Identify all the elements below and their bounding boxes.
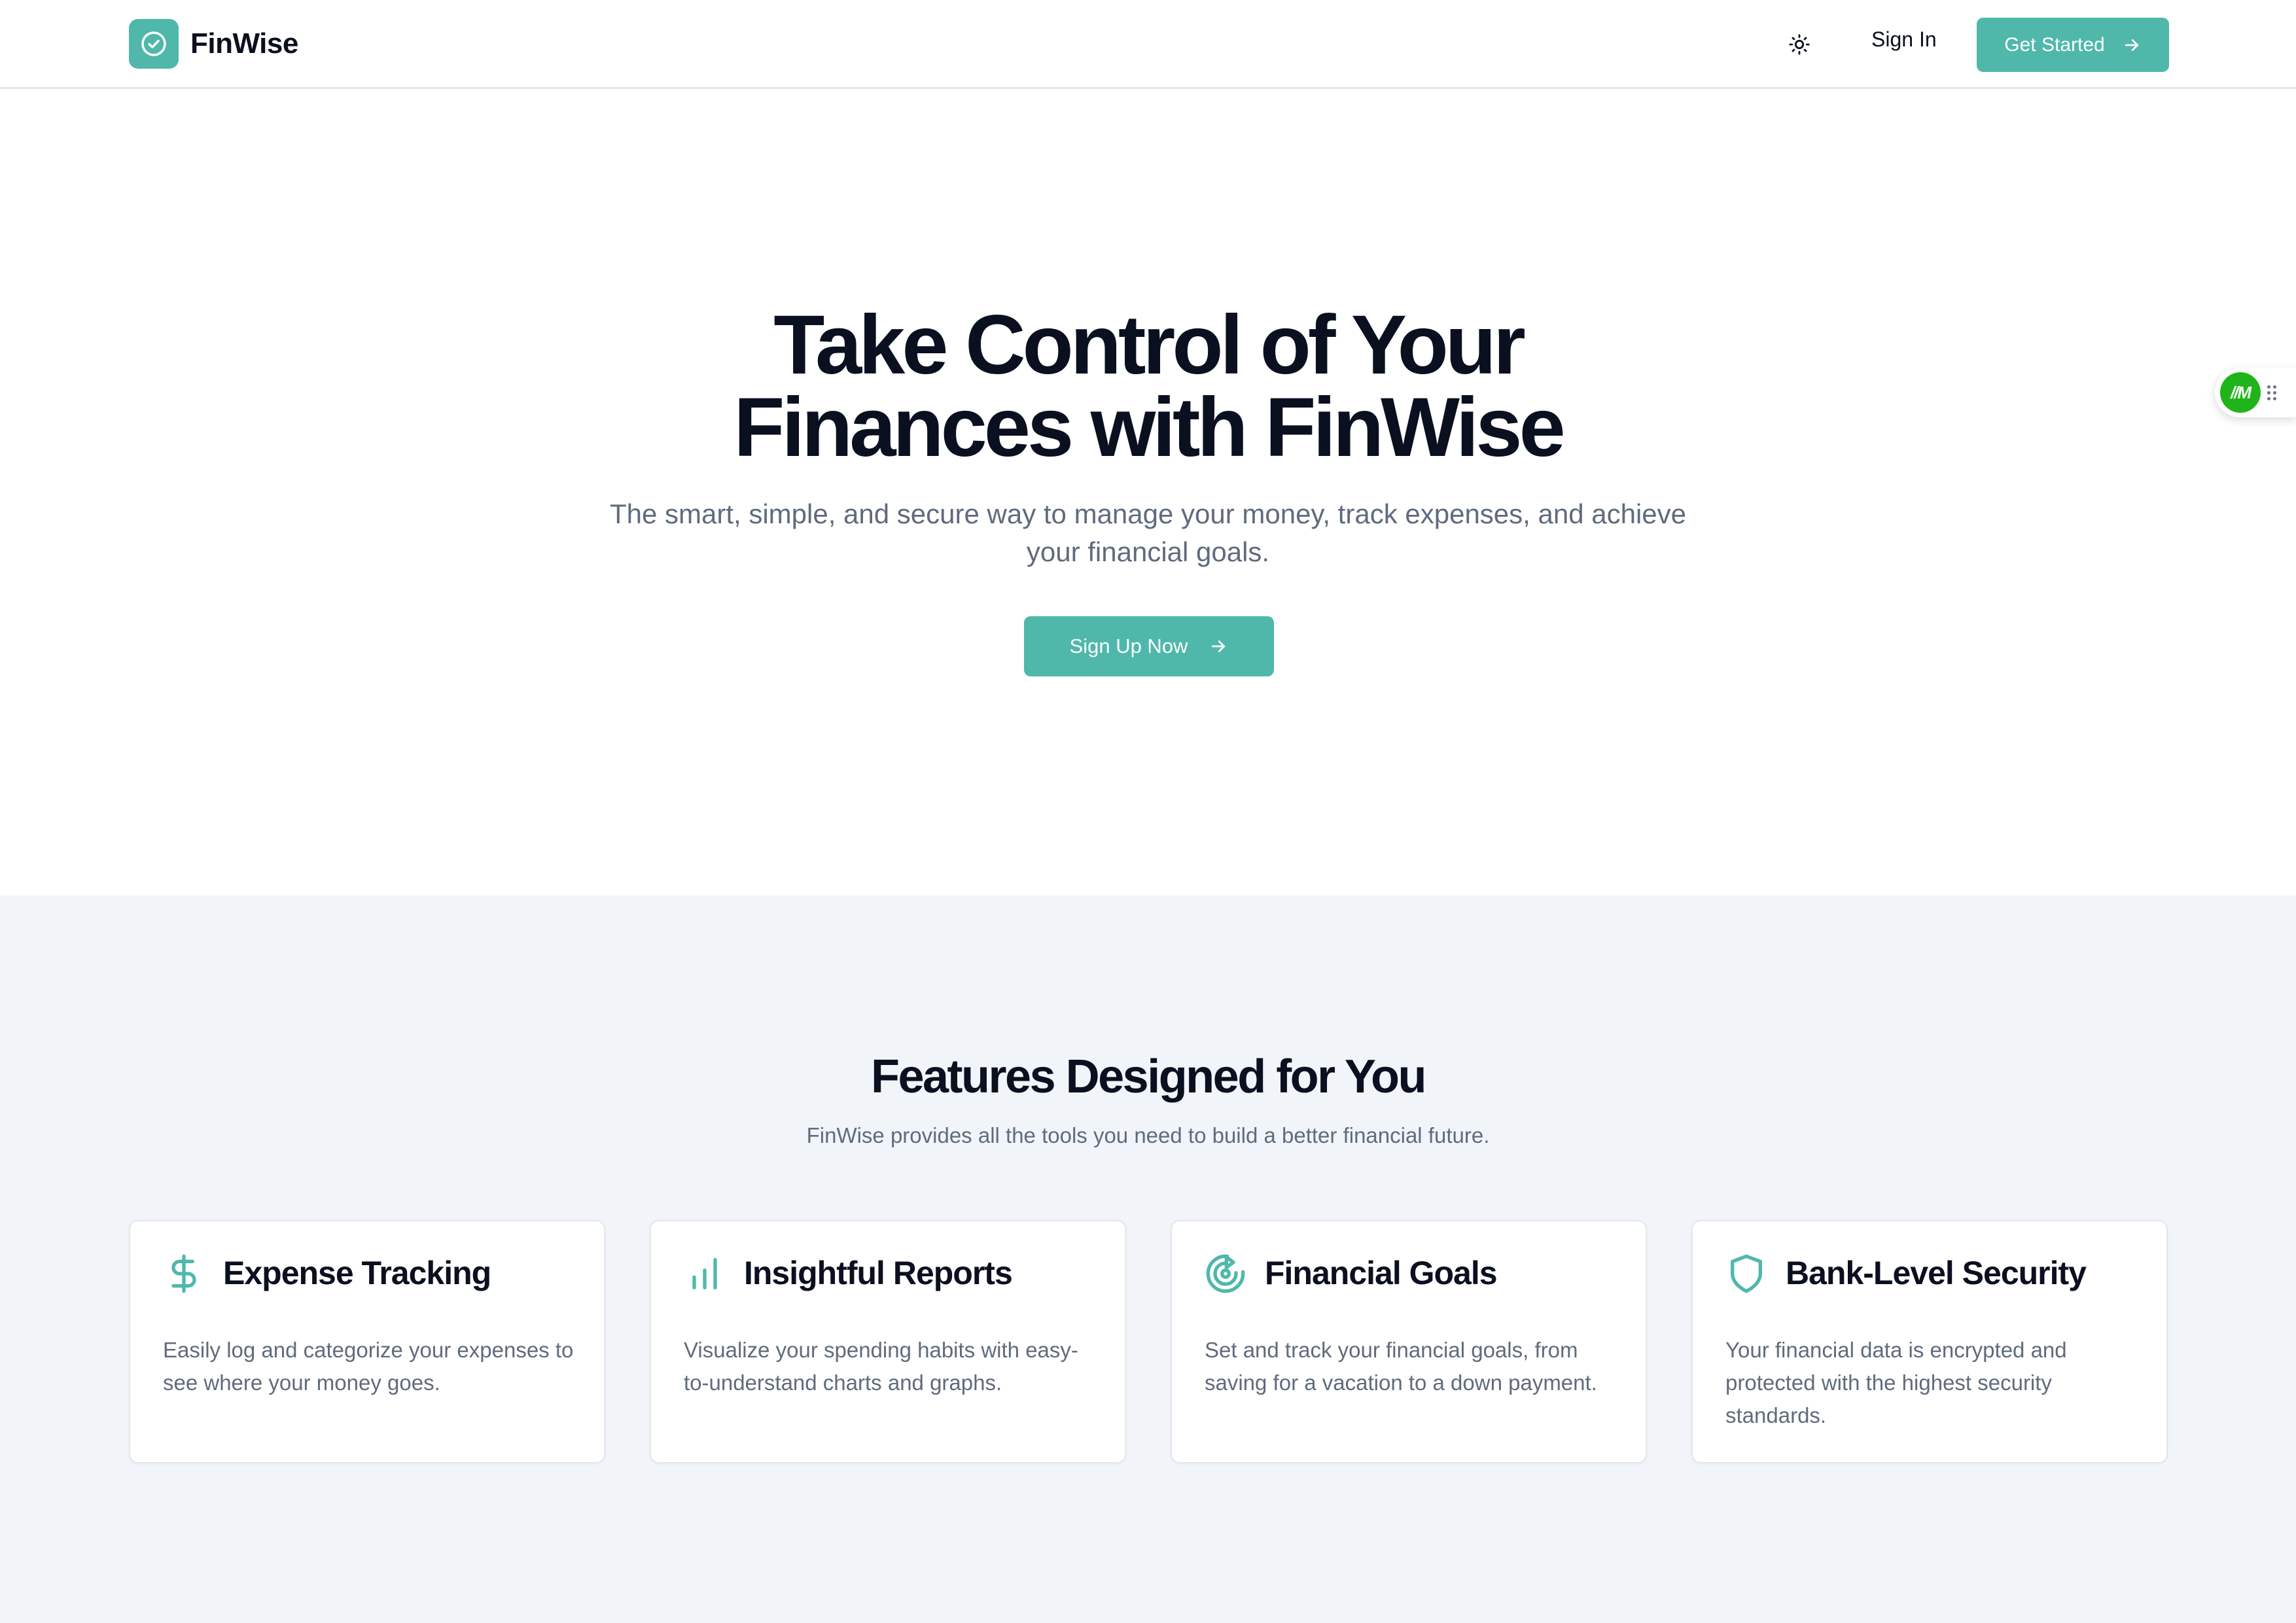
site-header: FinWise Sign In Get Started	[0, 0, 2296, 89]
feature-card-expense-tracking: Expense Tracking Easily log and categori…	[129, 1220, 605, 1463]
hero-title-line-2: Finances with FinWise	[733, 381, 1566, 474]
arrow-right-icon	[1212, 640, 1226, 652]
feature-card-title: Expense Tracking	[223, 1255, 491, 1291]
sun-icon	[1789, 34, 1810, 55]
sign-up-now-button[interactable]: Sign Up Now	[1024, 616, 1274, 676]
feature-card-description: Visualize your spending habits with easy…	[684, 1338, 1078, 1395]
features-section: Features Designed for You FinWise provid…	[0, 896, 2296, 1623]
dollar-sign-icon	[163, 1253, 205, 1295]
arrow-right-icon	[2125, 39, 2138, 51]
brand-name: FinWise	[190, 27, 298, 60]
get-started-label: Get Started	[2004, 33, 2105, 56]
feature-card-description: Easily log and categorize your expenses …	[163, 1338, 574, 1395]
sign-in-link[interactable]: Sign In	[1871, 27, 1937, 52]
feature-card-description: Your financial data is encrypted and pro…	[1725, 1338, 2067, 1427]
feature-card-description: Set and track your financial goals, from…	[1205, 1338, 1597, 1395]
features-title: Features Designed for You	[870, 1051, 1427, 1103]
shield-icon	[1725, 1253, 1767, 1295]
hero-subtitle: The smart, simple, and secure way to man…	[609, 498, 1687, 567]
features-subtitle: FinWise provides all the tools you need …	[806, 1123, 1490, 1147]
target-icon	[1205, 1253, 1246, 1295]
theme-toggle-button[interactable]	[1785, 30, 1814, 59]
feature-card-title: Bank-Level Security	[1786, 1255, 2087, 1291]
feature-card-insightful-reports: Insightful Reports Visualize your spendi…	[650, 1220, 1126, 1463]
bar-chart-icon	[684, 1253, 726, 1295]
feature-card-bank-level-security: Bank-Level Security Your financial data …	[1691, 1220, 2168, 1463]
hero-title: Take Control of Your Finances with FinWi…	[0, 298, 2296, 474]
brand[interactable]: FinWise	[129, 19, 298, 69]
feature-card-financial-goals: Financial Goals Set and track your finan…	[1171, 1220, 1647, 1463]
hero-section: Take Control of Your Finances with FinWi…	[0, 91, 2296, 896]
brand-logo-icon	[129, 19, 179, 69]
floating-assistant-widget[interactable]: //M	[2215, 368, 2296, 417]
feature-card-title: Financial Goals	[1265, 1255, 1498, 1291]
sign-up-now-label: Sign Up Now	[1069, 635, 1188, 657]
feature-card-title: Insightful Reports	[744, 1255, 1013, 1291]
get-started-button[interactable]: Get Started	[1977, 18, 2169, 72]
hero-title-line-1: Take Control of Your	[773, 298, 1526, 392]
assistant-badge[interactable]: //M	[2220, 372, 2261, 413]
drag-handle-icon[interactable]	[2267, 385, 2276, 400]
